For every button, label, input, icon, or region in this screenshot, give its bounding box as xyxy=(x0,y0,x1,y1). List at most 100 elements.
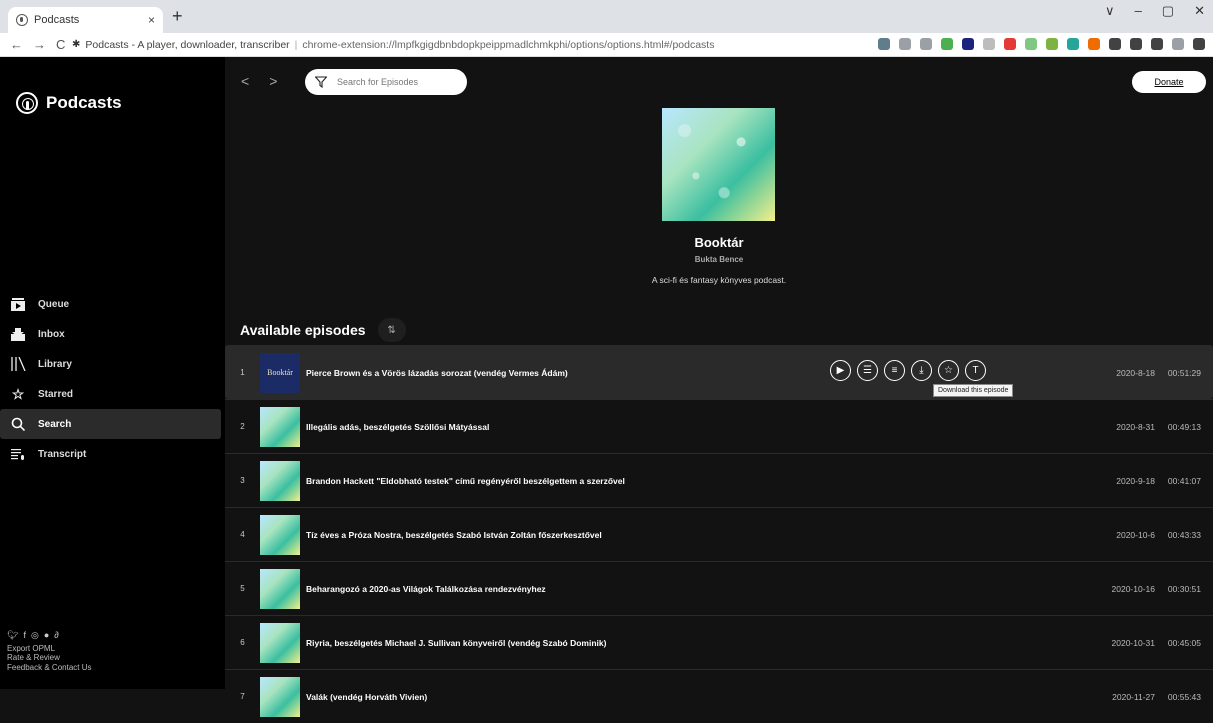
reload-icon[interactable]: C xyxy=(56,37,65,52)
extension-icon[interactable] xyxy=(1004,38,1016,50)
extension-icon[interactable] xyxy=(1151,38,1163,50)
url-field[interactable]: ✱ Podcasts - A player, downloader, trans… xyxy=(72,39,714,51)
twitter-icon[interactable]: 🐦︎ xyxy=(7,630,18,641)
library-icon xyxy=(10,357,26,371)
browser-tab[interactable]: Podcasts × xyxy=(8,7,163,33)
new-tab-button[interactable]: + xyxy=(172,6,183,26)
episode-thumbnail: Booktár xyxy=(260,352,300,393)
close-window-icon[interactable]: ✕ xyxy=(1194,3,1205,19)
episode-title[interactable]: Illegális adás, beszélgetés Szöllősi Mát… xyxy=(306,422,1213,432)
export-opml-link[interactable]: Export OPML xyxy=(7,644,91,654)
transcript-icon xyxy=(10,447,26,461)
extension-icon[interactable] xyxy=(899,38,911,50)
episode-date: 2020-9-18 xyxy=(1116,475,1155,486)
episode-row[interactable]: 4 Tíz éves a Próza Nostra, beszélgetés S… xyxy=(225,507,1213,561)
episode-duration: 00:49:13 xyxy=(1167,421,1201,432)
download-icon[interactable]: ⤓ xyxy=(911,360,932,381)
sidebar-item-queue[interactable]: Queue xyxy=(0,289,225,319)
episode-number: 5 xyxy=(240,584,245,593)
episode-row[interactable]: 6 Riyria, beszélgetés Michael J. Sulliva… xyxy=(225,615,1213,669)
browser-tab-bar: Podcasts × + ∨ – ▢ ✕ xyxy=(0,0,1213,33)
forward-button[interactable]: > xyxy=(269,73,277,89)
app-brand[interactable]: Podcasts xyxy=(16,92,122,114)
episode-row[interactable]: 1 Booktár Pierce Brown és a Vörös lázadá… xyxy=(225,345,1213,399)
episode-title[interactable]: Beharangozó a 2020-as Világok Találkozás… xyxy=(306,584,1213,594)
instagram-icon[interactable]: ◎ xyxy=(31,630,39,641)
sidebar-item-library[interactable]: Library xyxy=(0,349,225,379)
episode-title[interactable]: Brandon Hackett "Eldobható testek" című … xyxy=(306,476,1213,486)
facebook-icon[interactable]: f xyxy=(23,630,26,641)
extension-icon[interactable] xyxy=(878,38,890,50)
episode-title[interactable]: Tíz éves a Próza Nostra, beszélgetés Sza… xyxy=(306,530,1213,540)
episode-number: 2 xyxy=(240,422,245,431)
sidebar-item-starred[interactable]: ☆ Starred xyxy=(0,379,225,409)
link-icon[interactable]: ∂ xyxy=(54,630,58,641)
episode-row[interactable]: 7 Valák (vendég Horváth Vivien) 2020-11-… xyxy=(225,669,1213,723)
tab-search-icon[interactable]: ∨ xyxy=(1105,3,1115,19)
play-icon[interactable]: ▶ xyxy=(830,360,851,381)
episode-thumbnail xyxy=(260,460,300,501)
available-episodes-header: Available episodes ⇅ xyxy=(240,318,406,342)
url-site-name: Podcasts - A player, downloader, transcr… xyxy=(85,38,290,51)
episode-date: 2020-10-6 xyxy=(1116,529,1155,540)
sidebar-item-search[interactable]: Search xyxy=(0,409,221,439)
add-to-inbox-icon[interactable]: ≡ xyxy=(884,360,905,381)
episode-thumbnail xyxy=(260,514,300,555)
episode-duration: 00:30:51 xyxy=(1167,583,1201,594)
donate-button[interactable]: Donate xyxy=(1132,71,1206,93)
extension-icon[interactable] xyxy=(920,38,932,50)
tab-title: Podcasts xyxy=(34,14,80,26)
podcast-cover-art xyxy=(662,108,775,221)
sidebar-item-inbox[interactable]: Inbox xyxy=(0,319,225,349)
extension-icon[interactable] xyxy=(1025,38,1037,50)
back-button[interactable]: < xyxy=(241,73,249,89)
extension-icon[interactable] xyxy=(1172,38,1184,50)
search-icon xyxy=(10,417,26,431)
feedback-link[interactable]: Feedback & Contact Us xyxy=(7,663,91,673)
forward-arrow-icon[interactable]: → xyxy=(33,37,46,52)
extension-icon[interactable] xyxy=(941,38,953,50)
search-input[interactable] xyxy=(337,77,457,87)
episode-row[interactable]: 5 Beharangozó a 2020-as Világok Találkoz… xyxy=(225,561,1213,615)
extension-icon[interactable] xyxy=(1067,38,1079,50)
add-to-queue-icon[interactable]: ☰ xyxy=(857,360,878,381)
episode-row[interactable]: 2 Illegális adás, beszélgetés Szöllősi M… xyxy=(225,399,1213,453)
back-arrow-icon[interactable]: ← xyxy=(10,37,23,52)
sort-button[interactable]: ⇅ xyxy=(377,318,406,342)
episode-thumbnail xyxy=(260,568,300,609)
sidebar-item-label: Library xyxy=(38,358,72,370)
podcasts-favicon-icon xyxy=(16,14,28,26)
episode-search-box[interactable] xyxy=(305,69,467,95)
extension-icon[interactable] xyxy=(1046,38,1058,50)
episode-row[interactable]: 3 Brandon Hackett "Eldobható testek" cím… xyxy=(225,453,1213,507)
inbox-icon xyxy=(10,327,26,341)
extension-icon[interactable] xyxy=(962,38,974,50)
download-tooltip: Download this episode xyxy=(933,384,1014,397)
sidebar-item-label: Transcript xyxy=(38,448,87,460)
tab-close-icon[interactable]: × xyxy=(148,13,155,27)
podcasts-app: Podcasts Queue Inbox Library ☆ Starred S… xyxy=(0,57,1213,717)
transcribe-icon[interactable]: T xyxy=(965,360,986,381)
episode-title[interactable]: Pierce Brown és a Vörös lázadás sorozat … xyxy=(306,368,1213,378)
maximize-icon[interactable]: ▢ xyxy=(1162,3,1174,19)
extension-icon[interactable] xyxy=(1088,38,1100,50)
github-icon[interactable]: ● xyxy=(44,630,49,641)
extension-icon[interactable] xyxy=(1193,38,1205,50)
podcast-logo-icon xyxy=(16,92,38,114)
episode-number: 7 xyxy=(240,692,245,701)
episode-number: 6 xyxy=(240,638,245,647)
social-links: 🐦︎ f ◎ ● ∂ xyxy=(7,630,91,641)
extension-icon[interactable] xyxy=(1109,38,1121,50)
rate-review-link[interactable]: Rate & Review xyxy=(7,653,91,663)
star-episode-icon[interactable]: ☆ xyxy=(938,360,959,381)
episode-title[interactable]: Riyria, beszélgetés Michael J. Sullivan … xyxy=(306,638,1213,648)
extension-icon[interactable] xyxy=(1130,38,1142,50)
episode-duration: 00:41:07 xyxy=(1167,475,1201,486)
sidebar-item-transcript[interactable]: Transcript xyxy=(0,439,225,469)
podcast-author[interactable]: Bukta Bence xyxy=(225,255,1213,264)
minimize-icon[interactable]: – xyxy=(1135,3,1142,19)
extension-icon[interactable] xyxy=(983,38,995,50)
episode-title[interactable]: Valák (vendég Horváth Vivien) xyxy=(306,692,1213,702)
episode-number: 3 xyxy=(240,476,245,485)
address-bar: ← → C ✱ Podcasts - A player, downloader,… xyxy=(0,33,1213,57)
